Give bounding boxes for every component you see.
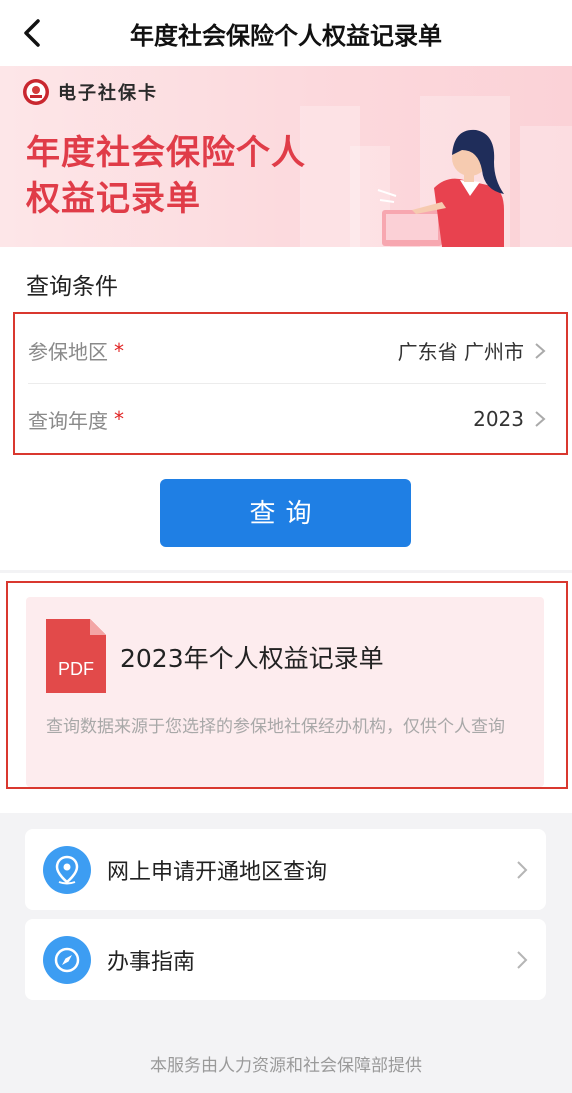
woman-laptop-illustration xyxy=(377,129,504,247)
chevron-right-icon xyxy=(517,950,528,969)
compass-icon xyxy=(43,935,91,984)
year-value: 2023 xyxy=(473,407,524,431)
query-conditions-section: 查询条件 参保地区 * 广东省 广州市 查询年度 * 2023 查询 xyxy=(0,247,572,570)
chevron-right-icon xyxy=(535,342,546,359)
required-mark: * xyxy=(114,407,124,431)
year-selector[interactable]: 查询年度 * 2023 xyxy=(28,386,546,452)
link-label: 办事指南 xyxy=(107,949,196,975)
banner-heading-line2: 权益记录单 xyxy=(26,179,201,219)
query-button[interactable]: 查询 xyxy=(160,479,411,547)
query-form-box: 参保地区 * 广东省 广州市 查询年度 * 2023 xyxy=(13,312,568,455)
social-security-emblem-icon xyxy=(23,79,49,105)
pdf-result-card[interactable]: PDF 2023年个人权益记录单 查询数据来源于您选择的参保地社保经办机构，仅供… xyxy=(26,597,544,787)
result-title: 2023年个人权益记录单 xyxy=(120,644,384,673)
service-guide-link[interactable]: 办事指南 xyxy=(25,919,546,1000)
link-label: 网上申请开通地区查询 xyxy=(107,859,328,885)
pdf-label: PDF xyxy=(58,659,94,679)
map-pin-icon xyxy=(43,845,91,894)
pdf-file-icon: PDF xyxy=(46,619,106,693)
section-title: 查询条件 xyxy=(26,274,118,300)
required-mark: * xyxy=(114,338,124,363)
hero-banner: 电子社保卡 年度社会保险个人 权益记录单 xyxy=(0,66,572,247)
banner-heading-line1: 年度社会保险个人 xyxy=(26,133,306,173)
chevron-right-icon xyxy=(535,411,546,427)
banner-heading: 年度社会保险个人 权益记录单 xyxy=(26,130,366,222)
region-label: 参保地区 xyxy=(28,340,108,364)
brand-logo: 电子社保卡 xyxy=(22,78,158,106)
result-section: PDF 2023年个人权益记录单 查询数据来源于您选择的参保地社保经办机构，仅供… xyxy=(0,573,572,813)
nav-bar: 年度社会保险个人权益记录单 xyxy=(0,0,572,66)
chevron-right-icon xyxy=(517,860,528,879)
apply-region-query-link[interactable]: 网上申请开通地区查询 xyxy=(25,829,546,910)
region-value: 广东省 广州市 xyxy=(397,340,524,364)
result-note: 查询数据来源于您选择的参保地社保经办机构，仅供个人查询 xyxy=(46,717,505,737)
page-title: 年度社会保险个人权益记录单 xyxy=(130,22,442,50)
footer-text: 本服务由人力资源和社会保障部提供 xyxy=(150,1056,422,1076)
year-label: 查询年度 xyxy=(28,408,108,433)
region-selector[interactable]: 参保地区 * 广东省 广州市 xyxy=(28,318,546,384)
brand-name: 电子社保卡 xyxy=(58,83,158,104)
